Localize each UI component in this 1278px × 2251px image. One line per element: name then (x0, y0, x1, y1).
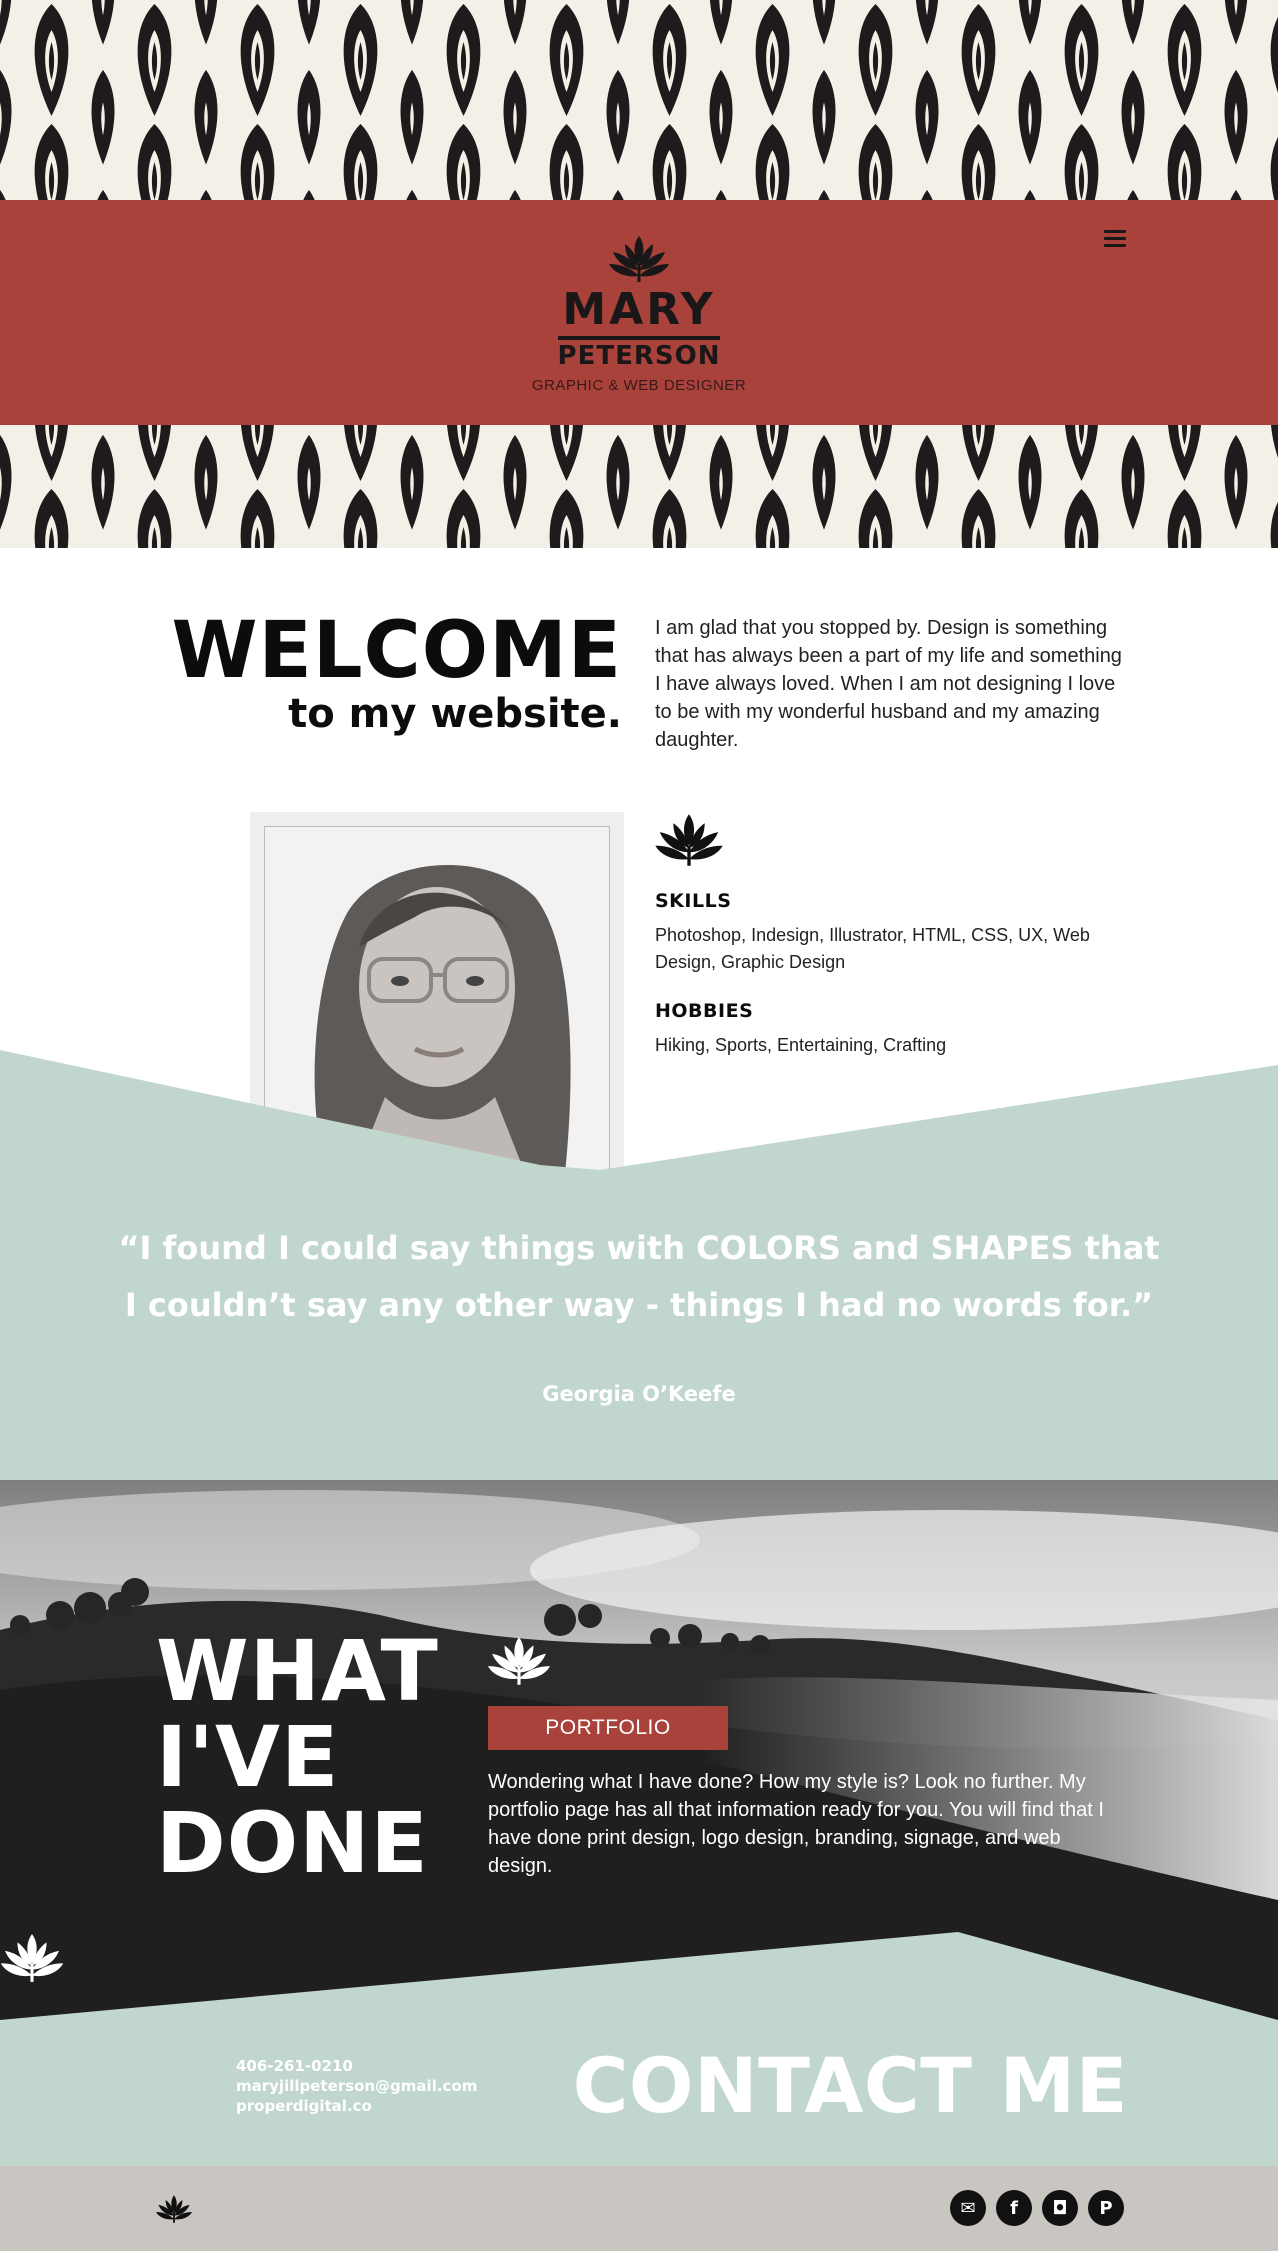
welcome-heading: WELCOME to my website. (160, 612, 622, 734)
decorative-pattern-bottom (0, 425, 1278, 548)
skills-text: Photoshop, Indesign, Illustrator, HTML, … (655, 925, 1090, 972)
logo-first-name: MARY (562, 284, 716, 335)
portfolio-title: WHAT I'VE DONE (156, 1628, 439, 1886)
portfolio-title-line: I'VE (156, 1708, 340, 1806)
portfolio-title-line: WHAT (156, 1622, 439, 1720)
leaf-icon[interactable] (156, 2194, 192, 2224)
leaf-icon (655, 812, 723, 868)
pinterest-icon[interactable]: P (1088, 2190, 1124, 2226)
site-footer: ✉ f ◘ P (0, 2166, 1278, 2251)
skills-heading: SKILLS (655, 890, 732, 912)
leaf-icon (0, 1932, 64, 1984)
site-logo[interactable]: MARY PETERSON GRAPHIC & WEB DESIGNER (0, 234, 1278, 394)
portfolio-title-line: DONE (156, 1794, 429, 1892)
contact-title: CONTACT ME (572, 2041, 1128, 2130)
contact-website[interactable]: properdigital.co (236, 2096, 477, 2116)
quote-text: “I found I could say things with COLORS … (118, 1229, 1160, 1324)
leaf-logo-icon (607, 234, 671, 284)
portfolio-button[interactable]: PORTFOLIO (488, 1706, 728, 1750)
contact-email[interactable]: maryjillpeterson@gmail.com (236, 2076, 477, 2096)
logo-tagline: GRAPHIC & WEB DESIGNER (531, 377, 747, 394)
quote-author: Georgia O’Keefe (542, 1382, 736, 1406)
welcome-subtitle: to my website. (288, 691, 622, 737)
leaf-icon (488, 1635, 550, 1687)
contact-section: 406-261-0210 maryjillpeterson@gmail.com … (0, 1932, 1278, 2166)
email-icon[interactable]: ✉ (950, 2190, 986, 2226)
contact-phone[interactable]: 406-261-0210 (236, 2056, 477, 2076)
welcome-title: WELCOME (171, 606, 622, 696)
contact-details: 406-261-0210 maryjillpeterson@gmail.com … (236, 2056, 477, 2116)
facebook-icon[interactable]: f (996, 2190, 1032, 2226)
social-links: ✉ f ◘ P (950, 2190, 1124, 2226)
logo-last-name: PETERSON (557, 336, 721, 369)
hamburger-icon (1104, 230, 1126, 233)
site-header: MARY PETERSON GRAPHIC & WEB DESIGNER (0, 200, 1278, 425)
intro-paragraph: I am glad that you stopped by. Design is… (655, 617, 1122, 751)
hamburger-menu-button[interactable] (1104, 230, 1126, 248)
hobbies-heading: HOBBIES (655, 1000, 754, 1022)
instagram-icon[interactable]: ◘ (1042, 2190, 1078, 2226)
portfolio-description: Wondering what I have done? How my style… (488, 1771, 1104, 1877)
decorative-pattern-top (0, 0, 1278, 200)
